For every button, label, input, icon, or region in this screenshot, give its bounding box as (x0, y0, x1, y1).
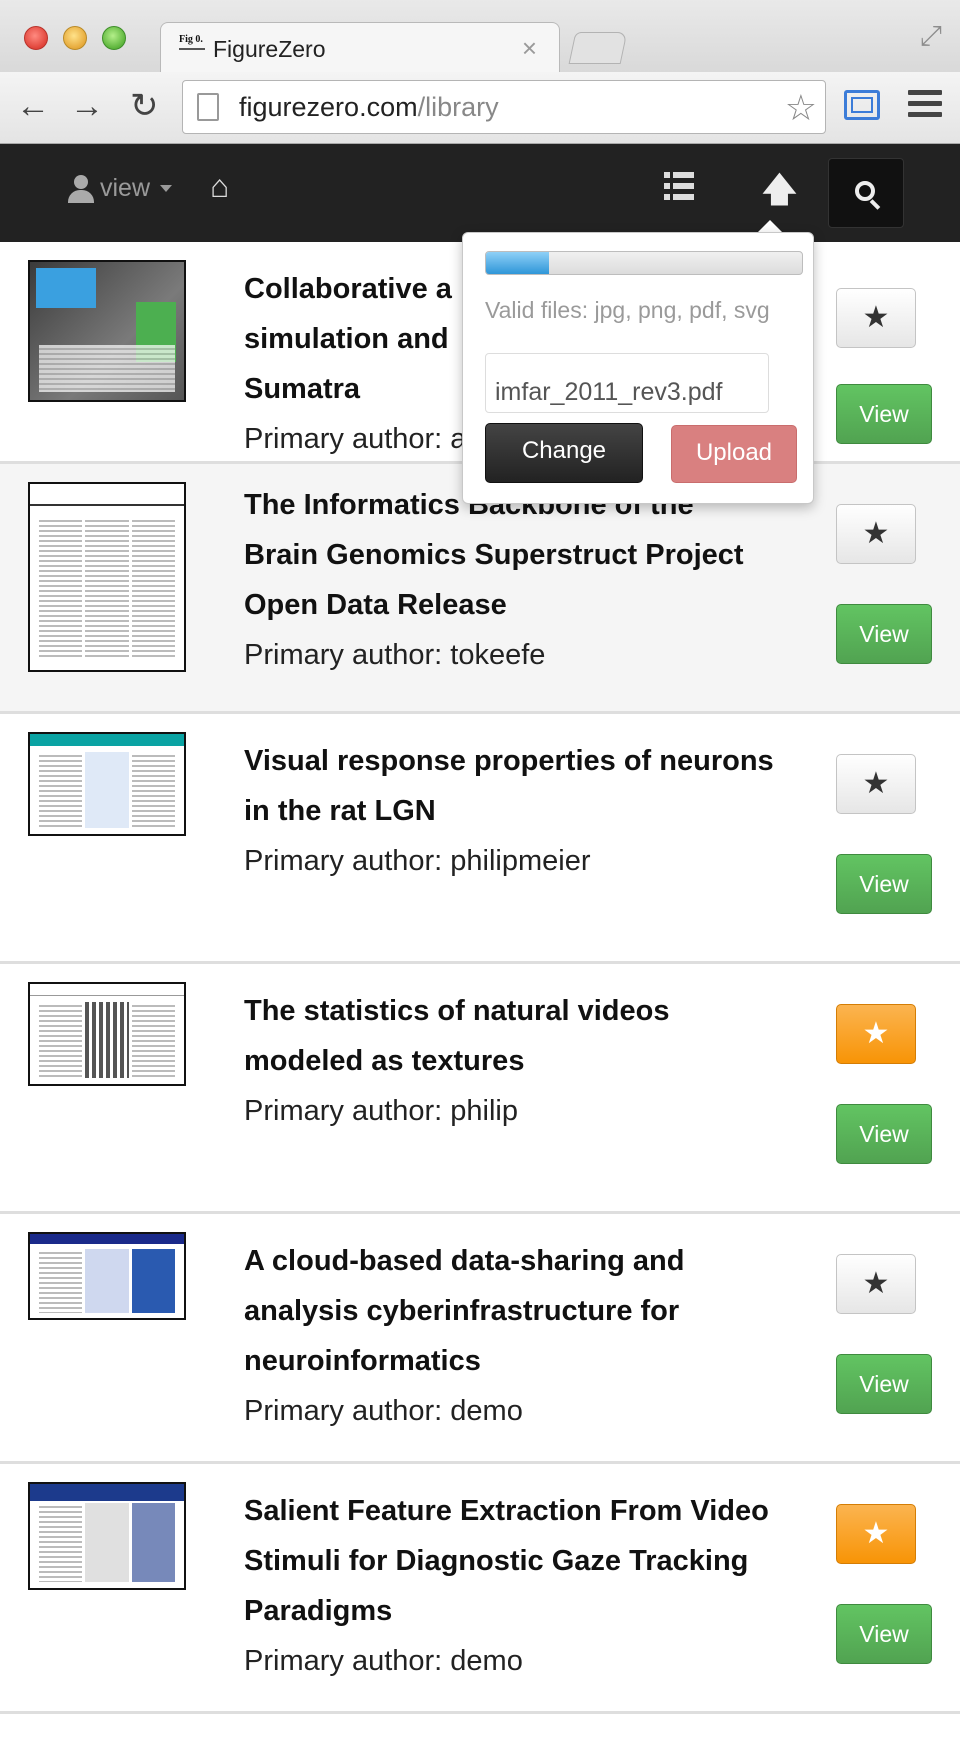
close-window-button[interactable] (24, 26, 48, 50)
poster-title-line: analysis cyberinfrastructure for (244, 1295, 680, 1327)
poster-title-line: modeled as textures (244, 1045, 525, 1077)
browser-tab[interactable]: Fig 0. FigureZero × (160, 22, 560, 74)
view-button[interactable]: View (836, 384, 932, 444)
view-button[interactable]: View (836, 604, 932, 664)
close-tab-icon[interactable]: × (522, 33, 537, 64)
star-button[interactable]: ★ (836, 1504, 916, 1564)
poster-thumbnail[interactable] (28, 260, 186, 402)
upload-button[interactable]: Upload (671, 425, 797, 483)
address-bar[interactable]: figurezero.com/library ☆ (182, 80, 826, 134)
list-icon[interactable] (664, 172, 694, 200)
bookmark-star-icon[interactable]: ☆ (785, 87, 817, 129)
poster-title-line: Stimuli for Diagnostic Gaze Tracking (244, 1545, 749, 1577)
upload-popover: Valid files: jpg, png, pdf, svg imfar_20… (462, 232, 814, 504)
user-menu[interactable]: view (68, 174, 173, 203)
browser-toolbar: ← → ↻ figurezero.com/library ☆ (0, 72, 960, 144)
selected-file-field[interactable]: imfar_2011_rev3.pdf (485, 353, 769, 413)
poster-thumbnail[interactable] (28, 732, 186, 836)
star-button[interactable]: ★ (836, 1254, 916, 1314)
poster-row: A cloud-based data-sharing and analysis c… (0, 1214, 960, 1464)
poster-author: Primary author: demo (244, 1395, 523, 1427)
star-button[interactable]: ★ (836, 288, 916, 348)
poster-author: Primary author: demo (244, 1645, 523, 1677)
poster-row: The statistics of natural videos modeled … (0, 964, 960, 1214)
fullscreen-icon[interactable]: ⤢ (920, 20, 942, 53)
poster-title[interactable]: Salient Feature Extraction From Video Sti… (244, 1486, 804, 1686)
search-button[interactable] (828, 158, 904, 228)
upload-progress-fill (486, 252, 550, 274)
popover-arrow (758, 220, 782, 232)
poster-title-line: The statistics of natural videos (244, 995, 670, 1027)
home-icon[interactable]: ⌂ (210, 168, 229, 205)
user-menu-label: view (100, 174, 151, 202)
poster-thumbnail[interactable] (28, 1482, 186, 1590)
poster-row: Visual response properties of neurons in … (0, 714, 960, 964)
upload-progress-bar (485, 251, 803, 275)
poster-title-line: A cloud-based data-sharing and (244, 1245, 685, 1277)
poster-author: Primary author: philipmeier (244, 845, 591, 877)
poster-title-line: Paradigms (244, 1595, 393, 1627)
poster-title[interactable]: A cloud-based data-sharing and analysis c… (244, 1236, 804, 1436)
minimize-window-button[interactable] (63, 26, 87, 50)
url-host: figurezero.com (239, 92, 418, 122)
upload-arrow-icon[interactable]: 🡅 (762, 166, 797, 223)
poster-title[interactable]: The statistics of natural videos modeled … (244, 986, 804, 1136)
star-button[interactable]: ★ (836, 504, 916, 564)
poster-title-line: in the rat LGN (244, 795, 436, 827)
poster-thumbnail[interactable] (28, 1232, 186, 1320)
new-tab-button[interactable] (568, 32, 628, 64)
zoom-window-button[interactable] (102, 26, 126, 50)
star-button[interactable]: ★ (836, 754, 916, 814)
poster-title-line: Salient Feature Extraction From Video (244, 1495, 769, 1527)
url-path: /library (417, 92, 499, 122)
poster-title-line: neuroinformatics (244, 1345, 481, 1377)
url-text: figurezero.com/library (239, 92, 499, 123)
view-button[interactable]: View (836, 1104, 932, 1164)
view-button[interactable]: View (836, 1354, 932, 1414)
poster-author: Primary author: tokeefe (244, 639, 546, 671)
star-button[interactable]: ★ (836, 1004, 916, 1064)
reload-icon[interactable]: ↻ (130, 86, 159, 126)
app-navbar: view ⌂ 🡅 (0, 144, 960, 242)
back-arrow-icon[interactable]: ← (16, 86, 50, 126)
poster-title-line: Visual response properties of neurons (244, 745, 774, 777)
poster-title-line: Open Data Release (244, 589, 507, 621)
poster-thumbnail[interactable] (28, 482, 186, 672)
poster-title-line: Brain Genomics Superstruct Project (244, 539, 744, 571)
view-button[interactable]: View (836, 854, 932, 914)
caret-down-icon (160, 185, 173, 192)
tab-title: FigureZero (213, 36, 326, 62)
poster-title[interactable]: The Informatics Backbone of the Brain Gen… (244, 480, 804, 680)
view-button[interactable]: View (836, 1604, 932, 1664)
user-icon (68, 174, 94, 203)
poster-thumbnail[interactable] (28, 982, 186, 1086)
favicon-icon: Fig 0. (179, 35, 209, 61)
valid-files-hint: Valid files: jpg, png, pdf, svg (485, 297, 770, 323)
search-icon-handle (869, 199, 881, 210)
page-icon (197, 93, 219, 121)
screen-cast-icon[interactable] (844, 90, 880, 120)
forward-arrow-icon[interactable]: → (70, 86, 104, 126)
hamburger-menu-icon[interactable] (908, 90, 942, 120)
change-file-button[interactable]: Change (485, 423, 643, 483)
poster-row: Salient Feature Extraction From Video Sti… (0, 1464, 960, 1714)
poster-title[interactable]: Visual response properties of neurons in … (244, 736, 804, 886)
poster-author: Primary author: philip (244, 1095, 518, 1127)
browser-titlebar: Fig 0. FigureZero × ⤢ (0, 0, 960, 74)
